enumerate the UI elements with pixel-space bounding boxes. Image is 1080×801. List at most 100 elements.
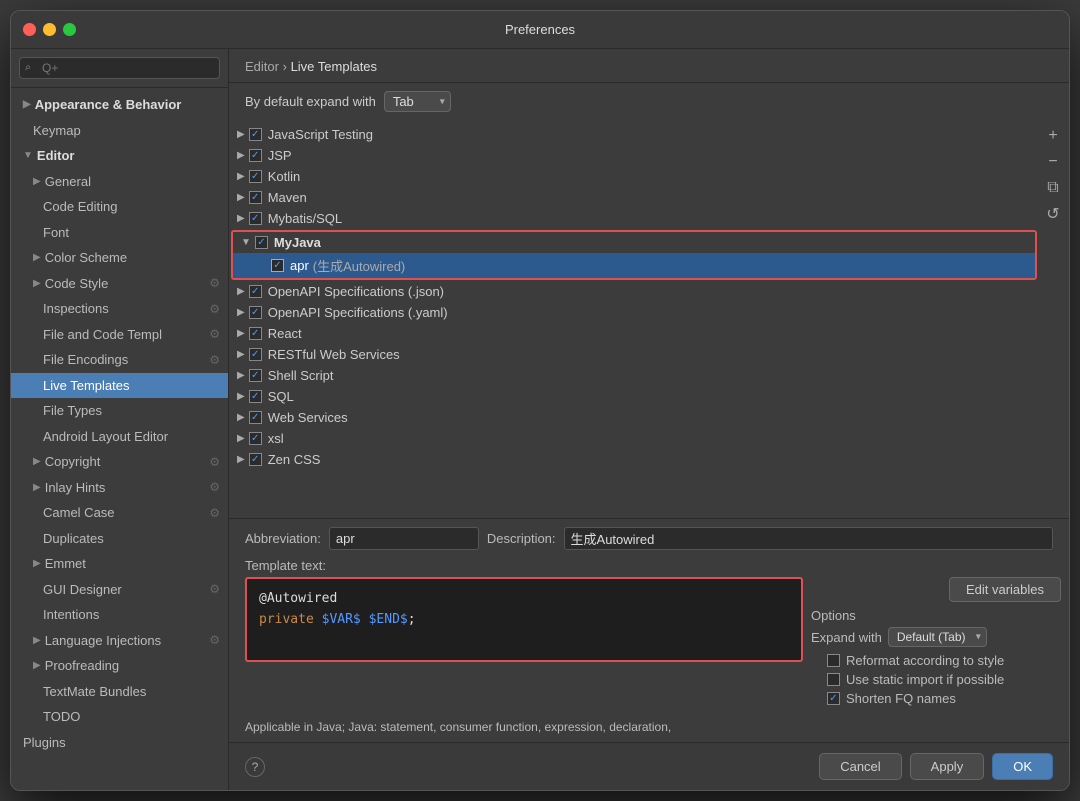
sidebar-item-file-code-templ[interactable]: File and Code Templ ⚙	[11, 322, 228, 348]
list-item[interactable]: ▶ Mybatis/SQL	[229, 208, 1039, 229]
group-checkbox[interactable]	[249, 411, 262, 424]
chevron-down-icon: ▼	[241, 237, 251, 248]
expand-with-select[interactable]: Tab Enter Space	[384, 91, 451, 112]
copy-button[interactable]: ⧉	[1041, 176, 1065, 200]
remove-button[interactable]: −	[1041, 150, 1065, 174]
sidebar-item-file-encodings[interactable]: File Encodings ⚙	[11, 347, 228, 373]
list-item[interactable]: apr (生成Autowired)	[233, 253, 1035, 278]
group-checkbox[interactable]	[249, 432, 262, 445]
list-item[interactable]: ▶ OpenAPI Specifications (.json)	[229, 281, 1039, 302]
reformat-checkbox[interactable]	[827, 654, 840, 667]
maximize-button[interactable]	[63, 23, 76, 36]
reset-button[interactable]: ↺	[1041, 202, 1065, 226]
sidebar-item-file-types[interactable]: File Types	[11, 398, 228, 424]
help-button[interactable]: ?	[245, 757, 265, 777]
group-checkbox[interactable]	[249, 327, 262, 340]
sidebar-item-inspections[interactable]: Inspections ⚙	[11, 296, 228, 322]
sidebar-item-color-scheme[interactable]: ▶ Color Scheme	[11, 245, 228, 271]
search-icon: ⌕	[25, 62, 31, 75]
group-checkbox[interactable]	[249, 369, 262, 382]
right-options: Edit variables Options Expand with Defau…	[811, 577, 1061, 708]
chevron-right-icon: ▶	[23, 97, 31, 112]
sidebar-item-general[interactable]: ▶ General	[11, 169, 228, 195]
cancel-button[interactable]: Cancel	[819, 753, 901, 780]
sidebar-item-plugins[interactable]: Plugins	[11, 730, 228, 756]
sidebar-item-android-layout[interactable]: Android Layout Editor	[11, 424, 228, 450]
sidebar-item-intentions[interactable]: Intentions	[11, 602, 228, 628]
description-label: Description:	[487, 531, 556, 546]
list-item[interactable]: ▶ Shell Script	[229, 365, 1039, 386]
expand-with-options-label: Expand with	[811, 630, 882, 645]
list-item[interactable]: ▶ xsl	[229, 428, 1039, 449]
sidebar-item-camel-case[interactable]: Camel Case ⚙	[11, 500, 228, 526]
chevron-right-icon: ▶	[237, 129, 245, 140]
gear-icon: ⚙	[209, 631, 220, 649]
right-panel: Editor › Live Templates By default expan…	[229, 49, 1069, 790]
shorten-fq-checkbox[interactable]	[827, 692, 840, 705]
add-button[interactable]: +	[1041, 124, 1065, 148]
gear-icon: ⚙	[209, 580, 220, 598]
list-item[interactable]: ▶ Zen CSS	[229, 449, 1039, 470]
sidebar-item-appearance[interactable]: ▶ Appearance & Behavior	[11, 92, 228, 118]
group-checkbox[interactable]	[249, 170, 262, 183]
item-checkbox[interactable]	[271, 259, 284, 272]
group-checkbox[interactable]	[255, 236, 268, 249]
list-item[interactable]: ▶ React	[229, 323, 1039, 344]
list-item[interactable]: ▶ SQL	[229, 386, 1039, 407]
sidebar-item-proofreading[interactable]: ▶ Proofreading	[11, 653, 228, 679]
sidebar-item-copyright[interactable]: ▶ Copyright ⚙	[11, 449, 228, 475]
list-item[interactable]: ▶ JavaScript Testing	[229, 124, 1039, 145]
group-checkbox[interactable]	[249, 453, 262, 466]
group-checkbox[interactable]	[249, 128, 262, 141]
description-input[interactable]	[564, 527, 1053, 550]
breadcrumb: Editor › Live Templates	[229, 49, 1069, 83]
gear-icon: ⚙	[209, 453, 220, 471]
sidebar-item-code-style[interactable]: ▶ Code Style ⚙	[11, 271, 228, 297]
list-item[interactable]: ▶ RESTful Web Services	[229, 344, 1039, 365]
sidebar-item-keymap[interactable]: Keymap	[11, 118, 228, 144]
group-checkbox[interactable]	[249, 306, 262, 319]
sidebar-item-font[interactable]: Font	[11, 220, 228, 246]
group-checkbox[interactable]	[249, 212, 262, 225]
group-checkbox[interactable]	[249, 285, 262, 298]
sidebar-item-todo[interactable]: TODO	[11, 704, 228, 730]
sidebar-item-duplicates[interactable]: Duplicates	[11, 526, 228, 552]
sidebar-item-language-injections[interactable]: ▶ Language Injections ⚙	[11, 628, 228, 654]
templates-list: ▶ JavaScript Testing ▶ JSP ▶	[229, 120, 1069, 518]
list-item[interactable]: ▶ JSP	[229, 145, 1039, 166]
ok-button[interactable]: OK	[992, 753, 1053, 780]
list-item[interactable]: ▶ Web Services	[229, 407, 1039, 428]
gear-icon: ⚙	[209, 300, 220, 318]
chevron-right-icon: ▶	[237, 150, 245, 161]
group-checkbox[interactable]	[249, 191, 262, 204]
template-code-area[interactable]: @Autowired private $VAR$ $END$;	[245, 577, 803, 662]
list-item[interactable]: ▼ MyJava	[233, 232, 1035, 253]
sidebar-item-emmet[interactable]: ▶ Emmet	[11, 551, 228, 577]
group-checkbox[interactable]	[249, 149, 262, 162]
expand-with-options-select[interactable]: Default (Tab) Tab Enter Space	[888, 627, 987, 647]
sidebar-item-live-templates[interactable]: Live Templates	[11, 373, 228, 399]
sidebar-item-code-editing[interactable]: Code Editing	[11, 194, 228, 220]
abbreviation-input[interactable]	[329, 527, 479, 550]
list-item[interactable]: ▶ OpenAPI Specifications (.yaml)	[229, 302, 1039, 323]
chevron-right-icon: ▶	[33, 276, 41, 291]
titlebar: Preferences	[11, 11, 1069, 49]
edit-variables-button[interactable]: Edit variables	[949, 577, 1061, 602]
template-code-options: @Autowired private $VAR$ $END$; Edit var…	[229, 577, 1069, 708]
chevron-right-icon: ▶	[33, 250, 41, 265]
group-checkbox[interactable]	[249, 348, 262, 361]
group-checkbox[interactable]	[249, 390, 262, 403]
sidebar-item-gui-designer[interactable]: GUI Designer ⚙	[11, 577, 228, 603]
code-line-2: private $VAR$ $END$;	[259, 610, 789, 631]
search-input[interactable]	[19, 57, 220, 79]
sidebar-item-textmate[interactable]: TextMate Bundles	[11, 679, 228, 705]
list-item[interactable]: ▶ Maven	[229, 187, 1039, 208]
sidebar-item-inlay-hints[interactable]: ▶ Inlay Hints ⚙	[11, 475, 228, 501]
list-item[interactable]: ▶ Kotlin	[229, 166, 1039, 187]
close-button[interactable]	[23, 23, 36, 36]
minimize-button[interactable]	[43, 23, 56, 36]
static-import-checkbox[interactable]	[827, 673, 840, 686]
sidebar-item-editor[interactable]: ▼ Editor	[11, 143, 228, 169]
apply-button[interactable]: Apply	[910, 753, 985, 780]
bottom-panel: Abbreviation: Description: Template text…	[229, 518, 1069, 742]
